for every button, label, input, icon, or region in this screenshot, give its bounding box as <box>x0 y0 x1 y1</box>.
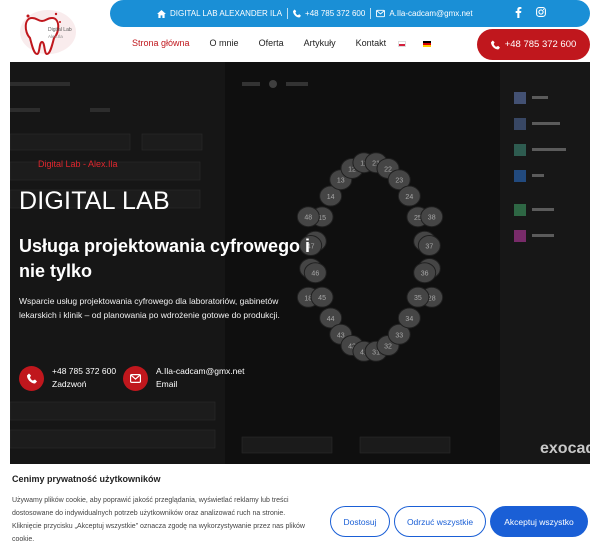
hero-description: Wsparcie usług projektowania cyfrowego d… <box>19 296 280 320</box>
customize-button[interactable]: Dostosuj <box>330 506 390 537</box>
hero-phone-value: +48 785 372 600 <box>52 366 117 376</box>
hero-phone-label: Zadzwoń <box>52 379 87 389</box>
email-icon-badge <box>123 365 148 391</box>
nav-item-articles[interactable]: Artykuły <box>304 38 336 48</box>
nav-item-home[interactable]: Strona główna <box>132 38 190 48</box>
nav-item-contact[interactable]: Kontakt <box>356 38 387 48</box>
exocad-logo: exocad <box>540 440 590 457</box>
topbar-email[interactable]: A.Ila-cadcam@gmx.net <box>376 9 473 18</box>
facebook-icon[interactable] <box>515 7 522 18</box>
hero-subtitle: Usługa projektowania cyfrowego i nie tyl… <box>19 236 311 281</box>
divider <box>287 8 289 19</box>
hero-phone-contact[interactable]: +48 785 372 600 Zadzwoń <box>19 365 116 391</box>
logo-text-sub: Alex.Ila <box>48 34 63 39</box>
call-button-label: +48 785 372 600 <box>504 39 577 50</box>
hero-email-text: A.Ila-cadcam@gmx.net Email <box>156 365 244 391</box>
email-icon <box>130 373 141 383</box>
topbar-phone-text: +48 785 372 600 <box>305 9 366 18</box>
phone-icon <box>490 40 500 49</box>
hero-email-label: Email <box>156 379 178 389</box>
nav-item-offer[interactable]: Oferta <box>259 38 284 48</box>
page: Digital Lab Alex.Ila DIGITAL LAB ALEXAND… <box>0 0 600 560</box>
hero-section: 1817161514131211212223242526272848474645… <box>10 62 590 464</box>
company-name: DIGITAL LAB ALEXANDER ILA <box>170 9 283 18</box>
reject-all-button[interactable]: Odrzuć wszystkie <box>394 506 486 537</box>
accept-all-button[interactable]: Akceptuj wszystko <box>490 506 588 537</box>
site-header: Digital Lab Alex.Ila DIGITAL LAB ALEXAND… <box>0 0 600 62</box>
hero-email-value: A.Ila-cadcam@gmx.net <box>156 366 245 376</box>
hero-email-contact[interactable]: A.Ila-cadcam@gmx.net Email <box>123 365 244 391</box>
top-info-bar: DIGITAL LAB ALEXANDER ILA +48 785 372 60… <box>110 0 590 27</box>
email-icon <box>376 9 386 18</box>
logo-text-main: Digital Lab <box>48 27 72 33</box>
topbar-email-text: A.Ila-cadcam@gmx.net <box>389 9 473 18</box>
phone-icon-badge <box>19 365 44 391</box>
hero-content: Digital Lab - Alex.Ila DIGITAL LAB Usług… <box>10 62 590 464</box>
cookie-title: Cenimy prywatność użytkowników <box>12 474 161 484</box>
hero-tagline: Digital Lab - Alex.Ila <box>38 159 118 169</box>
topbar-phone[interactable]: +48 785 372 600 <box>293 9 365 18</box>
divider <box>370 8 372 19</box>
hero-title: DIGITAL LAB <box>19 187 170 215</box>
nav-item-about[interactable]: O mnie <box>210 38 239 48</box>
call-button[interactable]: +48 785 372 600 <box>477 29 590 60</box>
logo[interactable]: Digital Lab Alex.Ila <box>14 2 114 58</box>
flag-de-icon[interactable] <box>423 41 431 47</box>
social-links <box>515 7 546 18</box>
instagram-icon[interactable] <box>536 7 546 17</box>
cookie-text: Używamy plików cookie, aby poprawić jako… <box>12 497 305 543</box>
main-nav: Strona główna O mnie Oferta Artykuły Kon… <box>132 38 406 48</box>
home-icon <box>157 9 166 18</box>
language-switcher <box>398 41 431 47</box>
flag-pl-icon[interactable] <box>398 41 406 47</box>
phone-icon <box>293 9 302 18</box>
company-info: DIGITAL LAB ALEXANDER ILA <box>157 9 282 18</box>
cookie-banner: Cenimy prywatność użytkowników Używamy p… <box>0 464 600 560</box>
hero-phone-text: +48 785 372 600 Zadzwoń <box>52 365 116 391</box>
phone-icon <box>26 373 37 383</box>
